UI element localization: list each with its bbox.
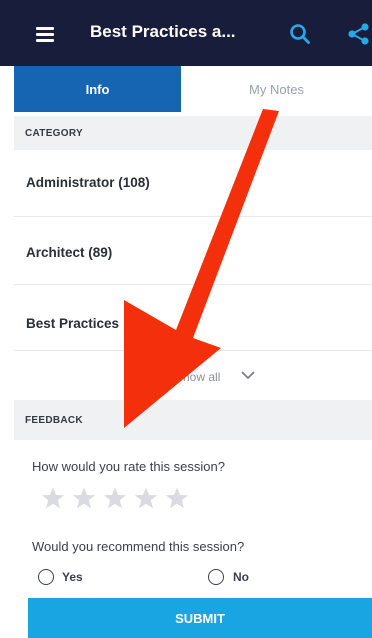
hamburger-menu-icon[interactable] [36, 27, 54, 42]
tab-info[interactable]: Info [14, 66, 181, 112]
star-icon[interactable] [41, 486, 65, 510]
submit-button[interactable]: SUBMIT [28, 598, 372, 638]
category-item-architect[interactable]: Architect (89) [26, 245, 112, 260]
star-rating[interactable] [41, 486, 189, 510]
show-all-link[interactable]: Show all [175, 370, 220, 384]
radio-yes[interactable] [38, 569, 54, 585]
radio-no[interactable] [208, 569, 224, 585]
star-icon[interactable] [103, 486, 127, 510]
divider [14, 216, 372, 217]
page-title: Best Practices a... [90, 22, 236, 41]
category-item-best-practices[interactable]: Best Practices [26, 316, 119, 331]
radio-yes-label[interactable]: Yes [62, 570, 83, 584]
star-icon[interactable] [72, 486, 96, 510]
divider [14, 350, 372, 351]
star-icon[interactable] [134, 486, 158, 510]
rating-question: How would you rate this session? [32, 459, 225, 474]
search-icon[interactable] [289, 23, 311, 45]
share-icon[interactable] [346, 22, 372, 46]
category-item-administrator[interactable]: Administrator (108) [26, 175, 150, 190]
feedback-section-header: FEEDBACK [14, 400, 372, 440]
app-header: Best Practices a... [0, 0, 372, 66]
category-section-header: CATEGORY [14, 116, 372, 150]
recommend-question: Would you recommend this session? [32, 539, 245, 554]
chevron-down-icon[interactable] [241, 371, 255, 380]
tab-my-notes[interactable]: My Notes [181, 66, 372, 112]
star-icon[interactable] [165, 486, 189, 510]
tab-bar: Info My Notes [14, 66, 372, 112]
radio-no-label[interactable]: No [233, 570, 249, 584]
divider [14, 284, 372, 285]
